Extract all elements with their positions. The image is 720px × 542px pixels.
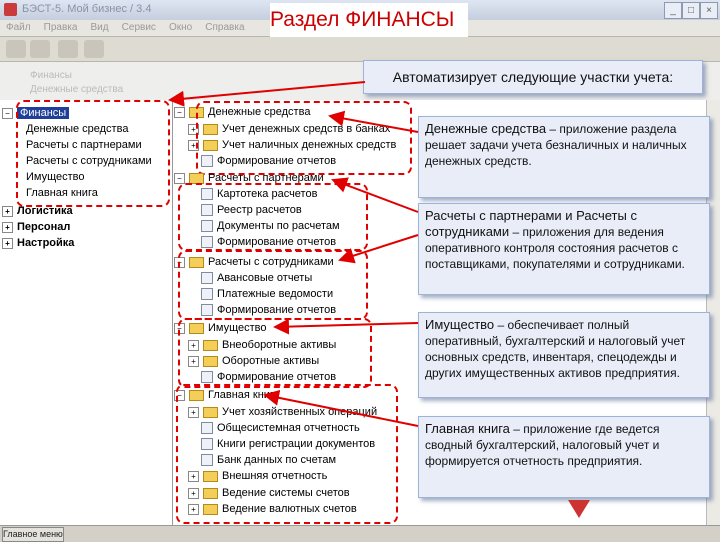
assets-callout: Имущество – обеспечивает полный оператив… (418, 312, 710, 398)
assets-highlight (178, 318, 372, 388)
partners-highlight (178, 183, 368, 251)
menu-file[interactable]: Файл (6, 22, 31, 33)
staff-highlight (178, 250, 368, 320)
collapse-icon[interactable]: − (174, 172, 185, 184)
expand-icon[interactable]: + (2, 205, 13, 217)
nav-item-settings[interactable]: + Настройка (2, 236, 74, 251)
expand-icon[interactable]: + (2, 237, 13, 249)
minimize-icon[interactable]: _ (664, 2, 682, 19)
page-title: Раздел ФИНАНСЫ (270, 3, 468, 37)
faded-header-item: Финансы (30, 70, 72, 81)
toolbar (0, 37, 720, 62)
toolbar-button[interactable] (6, 40, 26, 58)
menu-view[interactable]: Вид (91, 22, 109, 33)
menu-edit[interactable]: Правка (44, 22, 78, 33)
expand-icon[interactable]: + (2, 221, 13, 233)
toolbar-button[interactable] (58, 40, 78, 58)
status-bar: Главное меню (0, 525, 720, 542)
ledger-highlight (176, 384, 398, 524)
callout-title: Денежные средства (425, 121, 547, 136)
menu-help[interactable]: Справка (205, 22, 244, 33)
toolbar-button[interactable] (30, 40, 50, 58)
toolbar-button[interactable] (84, 40, 104, 58)
faded-header-item: Денежные средства (30, 84, 124, 95)
cash-highlight (196, 101, 412, 175)
intro-callout: Автоматизирует следующие участки учета: (363, 60, 703, 94)
callout-title: Главная книга (425, 421, 510, 436)
callout-title: Имущество (425, 317, 495, 332)
ledger-callout: Главная книга – приложение где ведется с… (418, 416, 710, 498)
nav-item-personnel[interactable]: + Персонал (2, 220, 70, 235)
maximize-icon[interactable]: □ (682, 2, 700, 19)
partners-callout: Расчеты с партнерами и Расчеты с сотрудн… (418, 203, 710, 295)
app-icon (4, 3, 17, 16)
nav-highlight (16, 100, 170, 207)
menu-window[interactable]: Окно (169, 22, 192, 33)
window-title: БЭСТ-5. Мой бизнес / 3.4 (22, 3, 152, 15)
cash-callout: Денежные средства – приложение раздела р… (418, 116, 710, 198)
folder-icon (189, 172, 204, 184)
collapse-icon[interactable]: − (2, 107, 13, 119)
close-icon[interactable]: × (700, 2, 718, 19)
menu-service[interactable]: Сервис (122, 22, 156, 33)
collapse-icon[interactable]: − (174, 106, 185, 118)
